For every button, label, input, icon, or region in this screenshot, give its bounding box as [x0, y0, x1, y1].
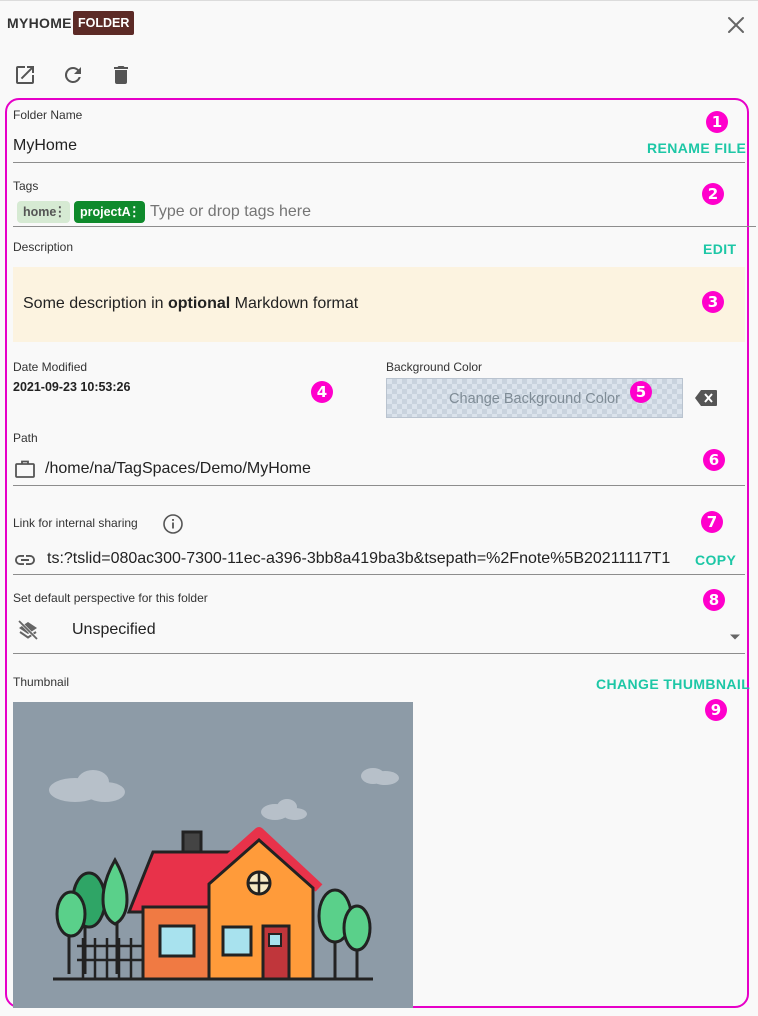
briefcase-icon: [14, 458, 36, 480]
top-border: [0, 0, 758, 1]
callout-marker: 4: [311, 381, 333, 403]
callout-marker: 8: [703, 589, 725, 611]
link-icon: [13, 549, 37, 571]
close-icon[interactable]: [725, 14, 747, 36]
thumbnail-image: [13, 702, 413, 1008]
background-color-label: Background Color: [386, 360, 483, 374]
thumbnail-label: Thumbnail: [13, 675, 70, 689]
tag-chip-label: home: [23, 205, 57, 219]
description-label: Description: [13, 240, 74, 254]
path-label: Path: [13, 431, 38, 445]
callout-marker: 6: [703, 449, 725, 471]
copy-link-button[interactable]: COPY: [695, 552, 736, 568]
perspective-underline: [13, 653, 745, 654]
path-underline: [13, 485, 745, 486]
sharing-link-value[interactable]: ts:?tslid=080ac300-7300-11ec-a396-3bb8a4…: [47, 550, 683, 568]
perspective-select[interactable]: Unspecified: [72, 621, 156, 639]
callout-marker: 3: [702, 291, 724, 313]
sharing-link-underline: [13, 574, 745, 575]
path-value: /home/na/TagSpaces/Demo/MyHome: [45, 460, 311, 477]
tag-chip[interactable]: home ⋮: [17, 201, 71, 223]
open-in-new-icon[interactable]: [13, 63, 37, 87]
more-vert-icon[interactable]: ⋮: [128, 201, 141, 223]
perspective-label: Set default perspective for this folder: [13, 591, 208, 605]
tags-label: Tags: [13, 179, 39, 193]
description-preview: Some description in optional Markdown fo…: [13, 267, 745, 342]
backspace-icon[interactable]: [694, 388, 718, 408]
callout-marker: 2: [702, 183, 724, 205]
folder-type-badge: FOLDER: [73, 11, 135, 35]
description-text: Some description in optional Markdown fo…: [23, 295, 358, 313]
description-text-part: Markdown format: [230, 295, 359, 312]
edit-description-button[interactable]: EDIT: [703, 241, 737, 257]
callout-marker: 7: [701, 511, 723, 533]
date-modified-label: Date Modified: [13, 360, 88, 374]
tag-chip[interactable]: projectA ⋮: [74, 201, 145, 223]
folder-name-label: Folder Name: [13, 108, 83, 122]
folder-name-underline: [13, 162, 745, 163]
folder-title: MYHOME: [7, 15, 72, 31]
description-text-bold: optional: [167, 295, 231, 312]
more-vert-icon[interactable]: ⋮: [53, 201, 66, 223]
description-text-part: Some description in: [23, 295, 168, 312]
date-modified-value: 2021-09-23 10:53:26: [13, 380, 131, 394]
callout-marker: 5: [630, 381, 652, 403]
reload-icon[interactable]: [61, 63, 85, 87]
chevron-down-icon[interactable]: [729, 628, 741, 640]
callout-marker: 1: [706, 111, 728, 133]
delete-icon[interactable]: [109, 63, 133, 87]
tag-chip-label: projectA: [80, 205, 131, 219]
folder-name-value[interactable]: MyHome: [13, 137, 77, 155]
info-icon[interactable]: [162, 513, 184, 535]
callout-marker: 9: [705, 699, 727, 721]
tag-input[interactable]: [150, 201, 630, 223]
change-thumbnail-button[interactable]: CHANGE THUMBNAIL: [596, 676, 750, 692]
tags-underline: [13, 226, 756, 227]
rename-file-button[interactable]: RENAME FILE: [647, 140, 746, 156]
sharing-link-label: Link for internal sharing: [13, 516, 138, 530]
layers-off-icon: [16, 618, 40, 642]
